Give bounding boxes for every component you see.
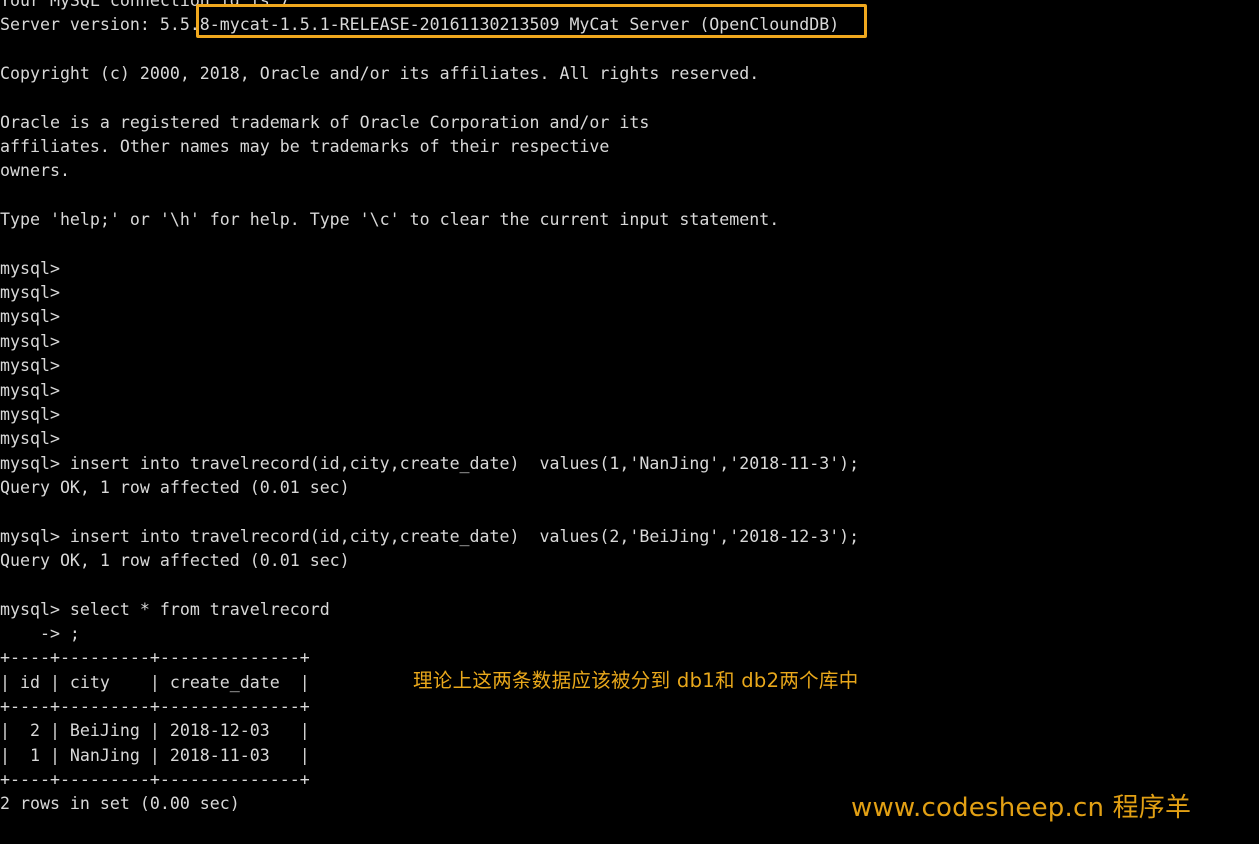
terminal-prompt-line: mysql> [0,258,60,278]
terminal-line: Oracle is a registered trademark of Orac… [0,112,650,132]
terminal-output: Your MySQL connection id is 7 Server vers… [0,0,1259,844]
table-border-mid: +----+---------+--------------+ [0,696,310,716]
terminal-command-line: mysql> select * from travelrecord [0,599,330,619]
terminal-line: affiliates. Other names may be trademark… [0,137,610,157]
terminal-prompt-line: mysql> [0,307,60,327]
terminal-line: Your MySQL connection id is 7 [0,0,290,10]
terminal-line: Copyright (c) 2000, 2018, Oracle and/or … [0,64,760,84]
terminal-continuation-line: -> ; [0,623,80,643]
watermark: www.codesheep.cn 程序羊 [851,793,1192,823]
table-row: | 1 | NanJing | 2018-11-03 | [0,745,310,765]
terminal-prompt-line: mysql> [0,380,60,400]
terminal-line: Query OK, 1 row affected (0.01 sec) [0,477,350,497]
terminal-prompt-line: mysql> [0,429,60,449]
terminal-prompt-line: mysql> [0,331,60,351]
table-border-bottom: +----+---------+--------------+ [0,770,310,789]
table-border-top: +----+---------+--------------+ [0,648,310,668]
terminal-line: owners. [0,161,70,181]
terminal-window[interactable]: Your MySQL connection id is 7 Server vers… [0,0,1259,844]
terminal-command-line: mysql> insert into travelrecord(id,city,… [0,453,860,473]
terminal-prompt-line: mysql> [0,356,60,376]
terminal-prompt-line: mysql> [0,283,60,303]
terminal-line: Type 'help;' or '\h' for help. Type '\c'… [0,210,780,230]
terminal-line: Server version: 5.5.8-mycat-1.5.1-RELEAS… [0,15,840,35]
annotation-note: 理论上这两条数据应该被分到 db1和 db2两个库中 [413,669,859,692]
terminal-command-line: mysql> insert into travelrecord(id,city,… [0,526,860,546]
table-row: | 2 | BeiJing | 2018-12-03 | [0,721,310,741]
terminal-line: Query OK, 1 row affected (0.01 sec) [0,550,350,570]
terminal-prompt-line: mysql> [0,404,60,424]
